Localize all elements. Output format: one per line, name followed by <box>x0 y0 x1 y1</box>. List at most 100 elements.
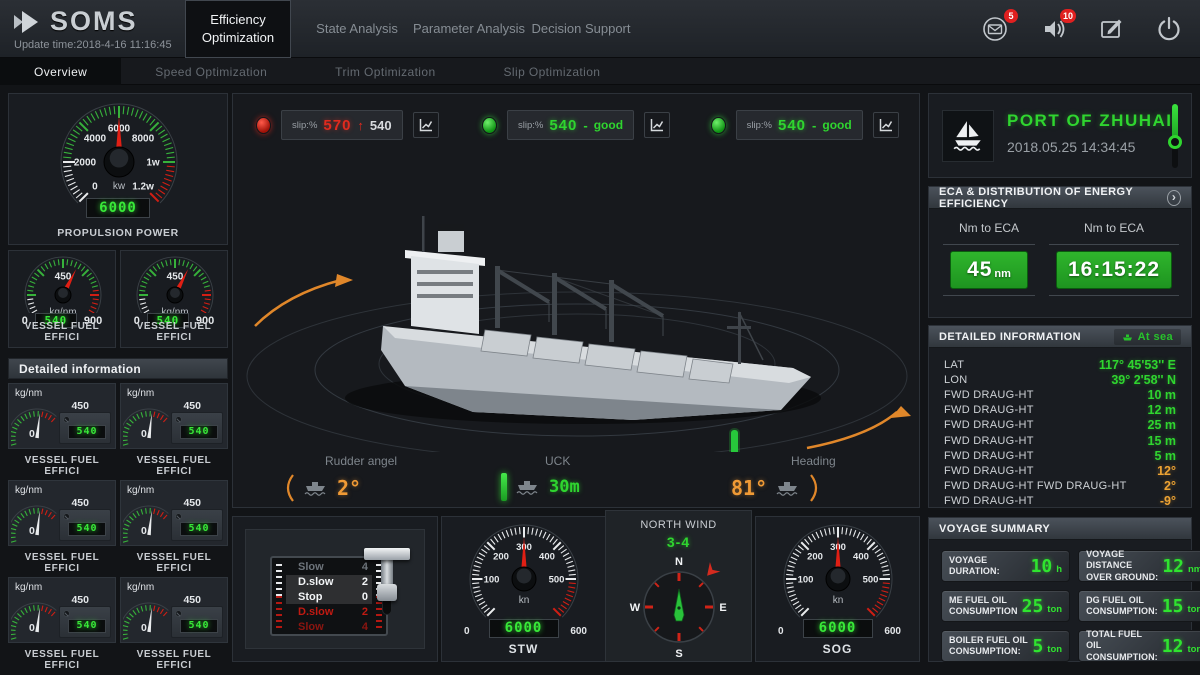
detail-rows: LAT 117° 45'53'' E LON 39° 2'58'' N FWD DRAU… <box>929 348 1191 509</box>
propulsion-power-panel: 020004000600080001w1.2wkw 6000 PROPULSIO… <box>8 93 228 245</box>
voyage-stat-box: VOYAGE DISTANCE OVER GROUND: 12 nm <box>1078 549 1200 582</box>
digital-readout-box: 540 <box>171 412 223 444</box>
svg-text:500: 500 <box>863 575 879 586</box>
lever-grip[interactable] <box>377 584 397 601</box>
logo-text: SOMS <box>50 6 138 36</box>
gauge-max: 600 <box>570 626 587 637</box>
stat-label: Rudder angel <box>325 454 398 468</box>
small-gauge-tile: kg/nm 450 0 540 <box>120 480 228 546</box>
fuel-readout: 540 <box>180 425 218 439</box>
gauge-title: VESSEL FUEL EFFICI <box>24 321 100 343</box>
tab-decision-support[interactable]: Decision Support <box>525 0 637 58</box>
voyage-stat-label: TOTAL FUEL OIL CONSUMPTION: <box>1086 629 1158 662</box>
subtab-overview[interactable]: Overview <box>0 58 122 85</box>
wind-compass: N E S W <box>630 556 727 659</box>
line-chart-icon <box>879 119 892 132</box>
gauge-min: 0 <box>141 622 147 634</box>
svg-text:4000: 4000 <box>84 133 107 144</box>
telegraph-lever[interactable] <box>364 548 410 622</box>
voyage-summary-panel: VOYAGE SUMMARY VOYAGE DURATION: 10 h VOYAGE… <box>928 517 1200 662</box>
voyage-stat-label: VOYAGE DURATION: <box>949 554 1000 576</box>
eca-time-block: Nm to ECA 16:15:22 <box>1049 221 1179 296</box>
svg-text:0: 0 <box>92 182 98 193</box>
info-row: LAT 117° 45'53'' E <box>929 357 1191 372</box>
voyage-summary-header: VOYAGE SUMMARY <box>929 518 1191 540</box>
power-icon[interactable] <box>1154 14 1184 44</box>
line-chart-icon <box>419 119 432 132</box>
small-gauge-grid: kg/nm 450 0 540 VESSEL FUEL EFFICI kg/nm 450 0 5… <box>8 383 228 671</box>
mail-badge: 5 <box>1004 9 1018 23</box>
sog-readout: 6000 <box>802 619 873 638</box>
voyage-grid: VOYAGE DURATION: 10 h VOYAGE DISTANCE OVER … <box>929 540 1200 672</box>
chevron-right-icon[interactable]: › <box>1167 189 1181 206</box>
slip-reference: 540 <box>369 117 392 133</box>
small-gauge-tile: kg/nm 450 0 540 <box>8 383 116 449</box>
tab-efficiency-optimization[interactable]: Efficiency Optimization <box>185 0 291 58</box>
subtab-trim-optimization[interactable]: Trim Optimization <box>301 58 469 85</box>
voyage-stat-unit: nm <box>1188 563 1200 575</box>
trend-chart-button[interactable] <box>872 112 899 138</box>
gauge-max: 450 <box>71 594 89 606</box>
detailed-information-header: DETAILED INFORMATION At sea <box>929 326 1191 348</box>
slip-quality: good <box>593 118 624 132</box>
trend-chart-button[interactable] <box>412 112 439 138</box>
eca-time-readout: 16:15:22 <box>1056 251 1172 289</box>
svg-text:400: 400 <box>539 552 555 563</box>
small-gauge-tile: kg/nm 450 0 540 <box>8 577 116 643</box>
lever-handle[interactable] <box>364 548 410 560</box>
fuel-efficiency-gauge-tile: kg/nm 450 0 540 VESSEL FUEL EFFICI <box>8 480 116 574</box>
fuel-efficiency-gauge-tile: kg/nm 450 0 540 VESSEL FUEL EFFICI <box>120 577 228 671</box>
gauge-max: 450 <box>183 594 201 606</box>
svg-text:200: 200 <box>807 552 823 563</box>
voyage-stat-box: TOTAL FUEL OIL CONSUMPTION: 12 ton <box>1078 629 1200 662</box>
detailed-information-panel: DETAILED INFORMATION At sea LAT 117° 45'5… <box>928 325 1192 508</box>
arc-left-icon <box>286 474 294 502</box>
heading-value: 81° <box>731 476 768 500</box>
ship-icon <box>776 482 798 496</box>
wind-title: NORTH WIND <box>640 519 717 531</box>
info-label: FWD DRAUG-HT <box>944 419 1034 432</box>
slip-readout: slip:% 570 ↑ 540 <box>281 110 403 140</box>
detailed-information-header: Detailed information <box>8 358 228 379</box>
slip-quality: good <box>822 118 852 132</box>
compass-south-label: S <box>675 648 682 659</box>
sound-icon[interactable]: 10 <box>1038 9 1076 44</box>
ship-icon <box>1122 334 1132 340</box>
info-label: FWD DRAUG-HT <box>944 388 1034 401</box>
gauge-min: 0 <box>141 525 147 537</box>
voyage-stat-label: BOILER FUEL OIL CONSUMPTION: <box>949 634 1028 656</box>
slip-label: slip:% <box>517 119 544 131</box>
ship-3d-view <box>246 216 911 452</box>
digital-readout-box: 540 <box>59 606 111 638</box>
compass-east-label: E <box>719 602 726 614</box>
svg-text:100: 100 <box>798 575 814 586</box>
voyage-stat-box: DG FUEL OIL CONSUMPTION: 15 ton <box>1078 590 1200 622</box>
info-row: LON 39° 2'58'' N <box>929 372 1191 387</box>
at-sea-badge: At sea <box>1113 328 1181 345</box>
vertical-slider[interactable] <box>1168 104 1182 168</box>
gauge-max: 450 <box>183 497 201 509</box>
mail-icon[interactable]: 5 <box>980 9 1018 44</box>
subtab-slip-optimization[interactable]: Slip Optimization <box>470 58 635 85</box>
info-value: 25 m <box>1147 418 1177 433</box>
stw-dial: 100200300400500kn <box>469 524 579 618</box>
eca-panel: ECA & DISTRIBUTION OF ENERGY EFFICIENCY … <box>928 186 1192 318</box>
app-header: SOMS Update time:2018-4-16 11:16:45 Effi… <box>0 0 1200 58</box>
vessel-fuel-efficiency-gauge: 450 kg/nm 0 540 900 VESSEL FUEL EFFICI <box>8 250 116 348</box>
tab-parameter-analysis[interactable]: Parameter Analysis <box>413 0 525 58</box>
voyage-stat-box: VOYAGE DURATION: 10 h <box>941 550 1071 582</box>
info-row: FWD DRAUG-HT -9° <box>929 494 1191 509</box>
svg-text:kw: kw <box>113 181 126 192</box>
stat-label: Heading <box>791 454 836 468</box>
uck-value: 30m <box>549 477 580 497</box>
trend-chart-button[interactable] <box>644 112 671 138</box>
slider-knob[interactable] <box>1168 135 1182 149</box>
heading-stat: Heading 81° <box>731 454 901 503</box>
slip-label: slip:% <box>292 119 318 131</box>
info-label: FWD DRAUG-HT <box>944 495 1034 508</box>
tab-state-analysis[interactable]: State Analysis <box>301 0 413 58</box>
info-row: FWD DRAUG-HT FWD DRAUG-HT 2° <box>929 479 1191 494</box>
subtab-speed-optimization[interactable]: Speed Optimization <box>121 58 301 85</box>
compose-icon[interactable] <box>1096 14 1126 44</box>
vessel-fuel-efficiency-gauge: 450 kg/nm 0 540 900 VESSEL FUEL EFFICI <box>120 250 228 348</box>
